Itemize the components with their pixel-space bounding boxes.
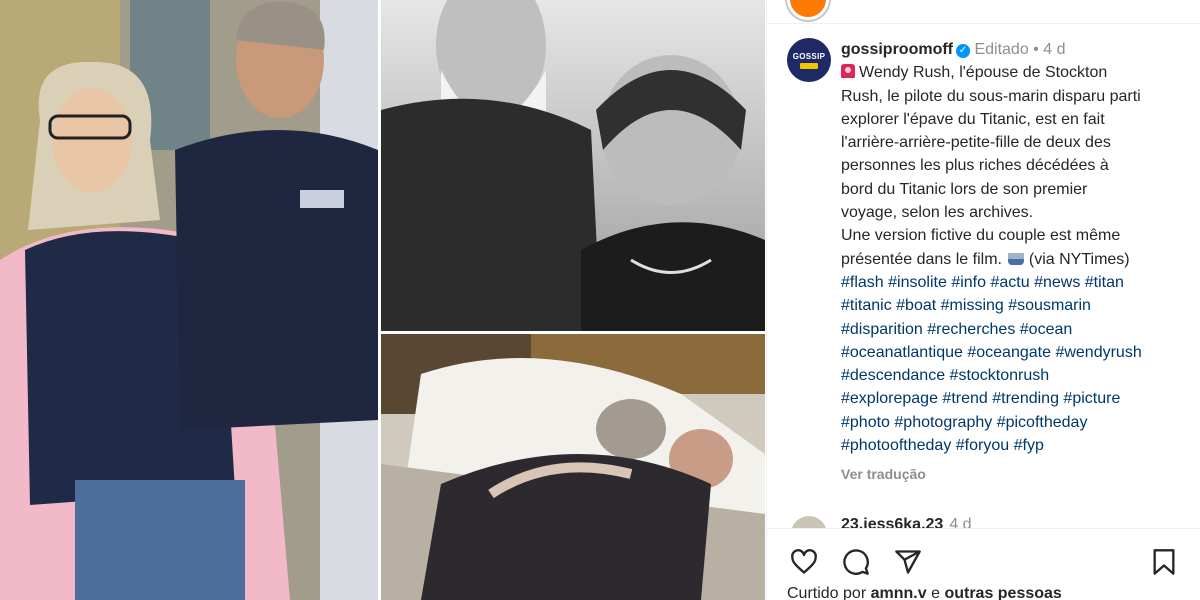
author-avatar[interactable]: GOSSIP	[787, 38, 831, 82]
hashtag-link[interactable]: #wendyrush	[1055, 344, 1141, 361]
post-time[interactable]: 4 d	[1043, 41, 1065, 58]
likes-others-link[interactable]: outras pessoas	[944, 585, 1061, 600]
caption-line: présentée dans le film. (via NYTimes)	[841, 248, 1196, 271]
caption-line: voyage, selon les archives.	[841, 204, 1034, 222]
like-button[interactable]	[787, 545, 821, 579]
photo-left-illustration	[0, 0, 378, 600]
share-icon	[895, 550, 921, 574]
hashtag-link[interactable]: #titan	[1085, 274, 1124, 291]
hashtag-link[interactable]: #photography	[894, 414, 992, 431]
caption-line: bord du Titanic lors de son premier	[841, 180, 1088, 198]
hashtag-list: #flash #insolite #info #actu #news #tita…	[841, 271, 1196, 457]
siren-emoji	[841, 64, 855, 79]
post-actions-bar: Curtido por amnn.v e outras pessoas	[767, 528, 1200, 600]
hashtag-link[interactable]: #descendance	[841, 367, 945, 384]
caption-line: Rush, le pilote du sous-marin disparu pa…	[841, 87, 1141, 105]
hashtag-link[interactable]: #trend	[942, 390, 987, 407]
avatar-text: GOSSIP	[792, 51, 826, 61]
hashtag-line: #descendance #stocktonrush	[841, 364, 1196, 387]
caption-line-text: Wendy Rush, l'épouse de Stockton	[859, 64, 1108, 82]
hashtag-link[interactable]: #titanic	[841, 297, 892, 314]
caption-line: Une version fictive du couple est même	[841, 227, 1121, 245]
avatar-accent	[800, 62, 818, 69]
comment-button[interactable]	[839, 545, 873, 579]
hashtag-link[interactable]: #disparition	[841, 321, 923, 338]
hashtag-line: #photo #photography #picoftheday	[841, 411, 1196, 434]
hashtag-link[interactable]: #ocean	[1020, 321, 1073, 338]
hashtag-link[interactable]: #sousmarin	[1008, 297, 1091, 314]
hashtag-line: #disparition #recherches #ocean	[841, 318, 1196, 341]
hashtag-link[interactable]: #explorepage	[841, 390, 938, 407]
share-button[interactable]	[891, 545, 925, 579]
hashtag-link[interactable]: #stocktonrush	[950, 367, 1050, 384]
ship-emoji	[1008, 252, 1025, 265]
caption-line: Wendy Rush, l'épouse de Stockton	[841, 61, 1196, 84]
meta-separator: •	[1033, 41, 1039, 58]
hashtag-link[interactable]: #fyp	[1014, 437, 1044, 454]
hashtag-link[interactable]: #boat	[896, 297, 936, 314]
post-side-panel: GOSSIP gossiproomoff ✓ Editado • 4 d Wend…	[766, 0, 1200, 600]
heart-icon	[791, 549, 817, 574]
hashtag-link[interactable]: #missing	[941, 297, 1004, 314]
author-username[interactable]: gossiproomoff	[841, 41, 953, 58]
hashtag-link[interactable]: #news	[1034, 274, 1080, 291]
caption-line: personnes les plus riches décédées à	[841, 157, 1109, 175]
photo-bottom-illustration	[381, 334, 765, 600]
post-header	[767, 0, 1200, 24]
post-media[interactable]	[0, 0, 765, 600]
save-button[interactable]	[1147, 545, 1181, 579]
hashtag-line: #flash #insolite #info #actu #news #tita…	[841, 271, 1196, 294]
photo-isidor-ida-straus	[381, 0, 765, 331]
bookmark-icon	[1153, 549, 1175, 575]
caption-header: gossiproomoff ✓ Editado • 4 d	[841, 38, 1196, 61]
edited-label: Editado	[974, 41, 1029, 58]
photo-wendy-stockton-rush	[0, 0, 378, 600]
caption-line: explorer l'épave du Titanic, est en fait	[841, 110, 1105, 128]
comment-icon	[843, 549, 869, 575]
hashtag-link[interactable]: #photooftheday	[841, 437, 951, 454]
caption-body: gossiproomoff ✓ Editado • 4 d Wendy Rush,…	[841, 38, 1196, 487]
hashtag-link[interactable]: #actu	[990, 274, 1029, 291]
hashtag-link[interactable]: #oceanatlantique	[841, 344, 963, 361]
hashtag-line: #oceanatlantique #oceangate #wendyrush	[841, 341, 1196, 364]
photo-titanic-film-scene	[381, 334, 765, 600]
hashtag-link[interactable]: #trending	[992, 390, 1059, 407]
hashtag-line: #titanic #boat #missing #sousmarin	[841, 294, 1196, 317]
likes-user-link[interactable]: amnn.v	[871, 585, 927, 600]
hashtag-link[interactable]: #oceangate	[967, 344, 1051, 361]
caption-source: (via NYTimes)	[1028, 250, 1130, 268]
see-translation-link[interactable]: Ver tradução	[841, 463, 1196, 486]
verified-icon: ✓	[956, 44, 970, 58]
photo-top-illustration	[381, 0, 765, 331]
likes-conjunction: e	[931, 585, 940, 600]
hashtag-line: #photooftheday #foryou #fyp	[841, 434, 1196, 457]
hashtag-link[interactable]: #picture	[1063, 390, 1120, 407]
likes-summary: Curtido por amnn.v e outras pessoas	[787, 585, 1062, 600]
hashtag-link[interactable]: #flash	[841, 274, 884, 291]
hashtag-link[interactable]: #info	[951, 274, 986, 291]
hashtag-link[interactable]: #foryou	[956, 437, 1009, 454]
caption-line-text: présentée dans le film.	[841, 250, 1002, 268]
hashtag-link[interactable]: #recherches	[927, 321, 1015, 338]
caption-text: Wendy Rush, l'épouse de Stockton Rush, l…	[841, 61, 1196, 271]
hashtag-line: #explorepage #trend #trending #picture	[841, 387, 1196, 410]
hashtag-link[interactable]: #picoftheday	[997, 414, 1088, 431]
likes-prefix: Curtido por	[787, 585, 867, 600]
caption-line: l'arrière-arrière-petite-fille de deux d…	[841, 134, 1111, 152]
header-avatar[interactable]	[787, 0, 829, 20]
hashtag-link[interactable]: #insolite	[888, 274, 947, 291]
hashtag-link[interactable]: #photo	[841, 414, 890, 431]
